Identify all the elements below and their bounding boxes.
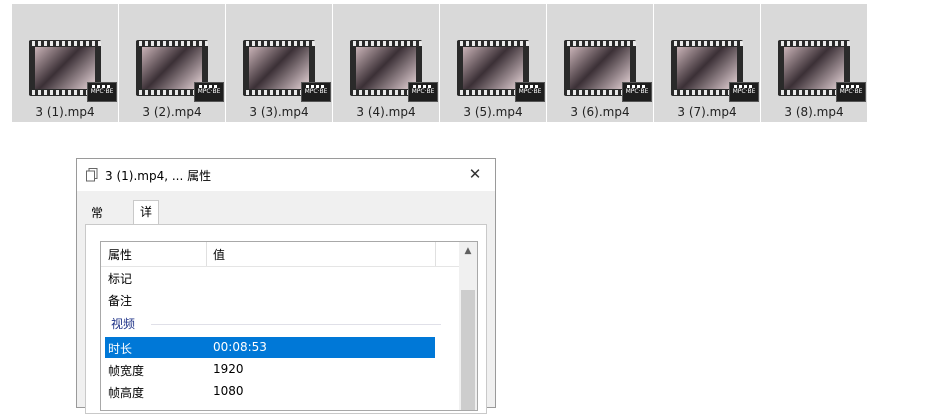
column-divider[interactable] bbox=[206, 242, 207, 266]
file-name: 3 (4).mp4 bbox=[356, 105, 416, 119]
file-name: 3 (8).mp4 bbox=[784, 105, 844, 119]
mpc-be-icon: MPC·BE bbox=[408, 82, 438, 102]
documents-icon bbox=[86, 168, 98, 182]
mpc-be-icon: MPC·BE bbox=[301, 82, 331, 102]
vertical-scrollbar[interactable]: ▲ bbox=[459, 242, 477, 410]
file-name: 3 (2).mp4 bbox=[142, 105, 202, 119]
property-row-selected[interactable]: 时长 00:08:53 bbox=[105, 337, 435, 358]
file-name: 3 (1).mp4 bbox=[35, 105, 95, 119]
file-name: 3 (6).mp4 bbox=[570, 105, 630, 119]
group-header-video: 视频 bbox=[111, 315, 441, 335]
mpc-be-icon: MPC·BE bbox=[729, 82, 759, 102]
file-name: 3 (3).mp4 bbox=[249, 105, 309, 119]
property-value: 00:08:53 bbox=[213, 340, 267, 354]
video-file-item[interactable]: MPC·BE 3 (8).mp4 bbox=[761, 4, 867, 122]
property-name: 标记 bbox=[108, 272, 133, 286]
video-file-item[interactable]: MPC·BE 3 (6).mp4 bbox=[547, 4, 653, 122]
property-row[interactable]: 帧宽度 1920 bbox=[105, 359, 435, 380]
column-header-value[interactable]: 值 bbox=[213, 246, 225, 263]
mpc-be-icon: MPC·BE bbox=[87, 82, 117, 102]
property-value: 1080 bbox=[213, 384, 244, 398]
video-file-item[interactable]: MPC·BE 3 (5).mp4 bbox=[440, 4, 546, 122]
mpc-be-icon: MPC·BE bbox=[836, 82, 866, 102]
video-file-item[interactable]: MPC·BE 3 (7).mp4 bbox=[654, 4, 760, 122]
list-header: 属性 值 bbox=[101, 242, 459, 267]
tab-general[interactable]: 常规 bbox=[85, 202, 109, 242]
video-file-item[interactable]: MPC·BE 3 (3).mp4 bbox=[226, 4, 332, 122]
group-divider bbox=[151, 324, 441, 325]
details-panel: 属性 值 标记 备注 视频 时长 00:08:53 帧宽度 1920 帧高度 1… bbox=[85, 224, 487, 414]
file-thumbnails: MPC·BE 3 (1).mp4 MPC·BE 3 (2).mp4 MPC·BE… bbox=[12, 4, 867, 122]
property-row[interactable]: 帧高度 1080 bbox=[105, 381, 435, 402]
property-name: 帧高度 bbox=[108, 386, 145, 400]
column-divider[interactable] bbox=[435, 242, 436, 266]
property-row[interactable]: 标记 bbox=[105, 267, 435, 288]
dialog-titlebar[interactable]: 3 (1).mp4, ... 属性 ✕ bbox=[77, 159, 495, 191]
close-button[interactable]: ✕ bbox=[463, 163, 487, 185]
property-value: 1920 bbox=[213, 362, 244, 376]
mpc-be-icon: MPC·BE bbox=[515, 82, 545, 102]
properties-list[interactable]: 属性 值 标记 备注 视频 时长 00:08:53 帧宽度 1920 帧高度 1… bbox=[100, 241, 478, 411]
scroll-up-button[interactable]: ▲ bbox=[459, 242, 477, 260]
file-name: 3 (5).mp4 bbox=[463, 105, 523, 119]
column-header-property[interactable]: 属性 bbox=[108, 246, 132, 263]
video-file-item[interactable]: MPC·BE 3 (2).mp4 bbox=[119, 4, 225, 122]
video-file-item[interactable]: MPC·BE 3 (1).mp4 bbox=[12, 4, 118, 122]
scroll-thumb[interactable] bbox=[461, 290, 475, 410]
property-name: 备注 bbox=[108, 294, 133, 308]
mpc-be-icon: MPC·BE bbox=[194, 82, 224, 102]
group-label: 视频 bbox=[111, 317, 136, 331]
property-name: 帧宽度 bbox=[108, 364, 145, 378]
properties-dialog: 3 (1).mp4, ... 属性 ✕ 常规 详细信息 属性 值 标记 备注 视… bbox=[76, 158, 496, 414]
file-name: 3 (7).mp4 bbox=[677, 105, 737, 119]
tab-details[interactable]: 详细信息 bbox=[133, 200, 160, 285]
mpc-be-icon: MPC·BE bbox=[622, 82, 652, 102]
video-file-item[interactable]: MPC·BE 3 (4).mp4 bbox=[333, 4, 439, 122]
dialog-title: 3 (1).mp4, ... 属性 bbox=[105, 169, 212, 183]
property-row[interactable]: 备注 bbox=[105, 289, 435, 310]
property-name: 时长 bbox=[108, 342, 133, 356]
